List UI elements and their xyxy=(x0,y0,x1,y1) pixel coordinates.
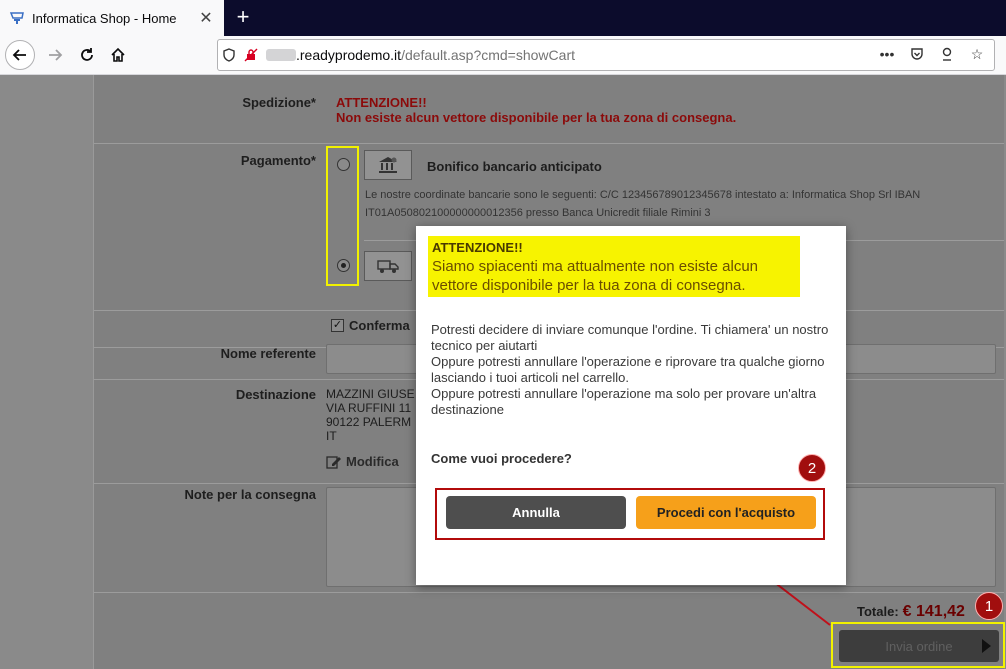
modal-question: Come vuoi procedere? xyxy=(431,451,572,466)
step-badge-2: 2 xyxy=(798,454,826,482)
modal-alert-box: ATTENZIONE!! Siamo spiacenti ma attualme… xyxy=(428,236,800,297)
modal-body-line-1: Potresti decidere di inviare comunque l'… xyxy=(431,322,829,353)
modal-body: Potresti decidere di inviare comunque l'… xyxy=(431,322,831,418)
modal-body-line-2: Oppure potresti annullare l'operazione e… xyxy=(431,354,825,385)
annulla-button[interactable]: Annulla xyxy=(446,496,626,529)
modal-dialog: ATTENZIONE!! Siamo spiacenti ma attualme… xyxy=(416,226,846,585)
modal-body-line-3: Oppure potresti annullare l'operazione m… xyxy=(431,386,817,417)
step-badge-1: 1 xyxy=(975,592,1003,620)
modal-alert-title: ATTENZIONE!! xyxy=(432,240,523,255)
modal-alert-text: Siamo spiacenti ma attualmente non esist… xyxy=(432,258,759,294)
procedi-button[interactable]: Procedi con l'acquisto xyxy=(636,496,816,529)
